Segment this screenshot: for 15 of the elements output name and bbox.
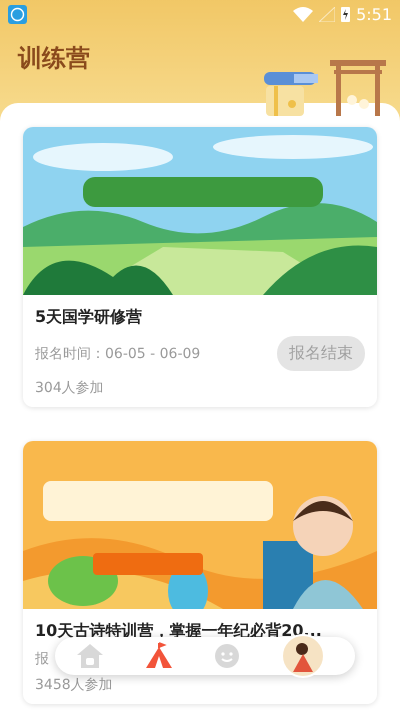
smiley-icon xyxy=(214,643,240,669)
signup-period: 报名时间：06-05 - 06-09 xyxy=(35,344,200,362)
clock: 5:51 xyxy=(356,4,392,24)
signup-period: 报 xyxy=(35,650,49,668)
participant-count: 3458人参加 xyxy=(35,676,114,694)
tent-icon xyxy=(144,642,172,670)
wifi-icon xyxy=(293,6,314,22)
page-title: 训练营 xyxy=(18,43,90,74)
camp-title: 5天国学研修营 xyxy=(35,307,144,328)
participant-count: 304人参加 xyxy=(35,379,105,397)
nav-tab[interactable] xyxy=(280,634,324,678)
battery-icon xyxy=(341,6,350,22)
signal-icon xyxy=(319,6,336,22)
home-icon xyxy=(76,643,104,669)
app-icon xyxy=(8,4,27,24)
